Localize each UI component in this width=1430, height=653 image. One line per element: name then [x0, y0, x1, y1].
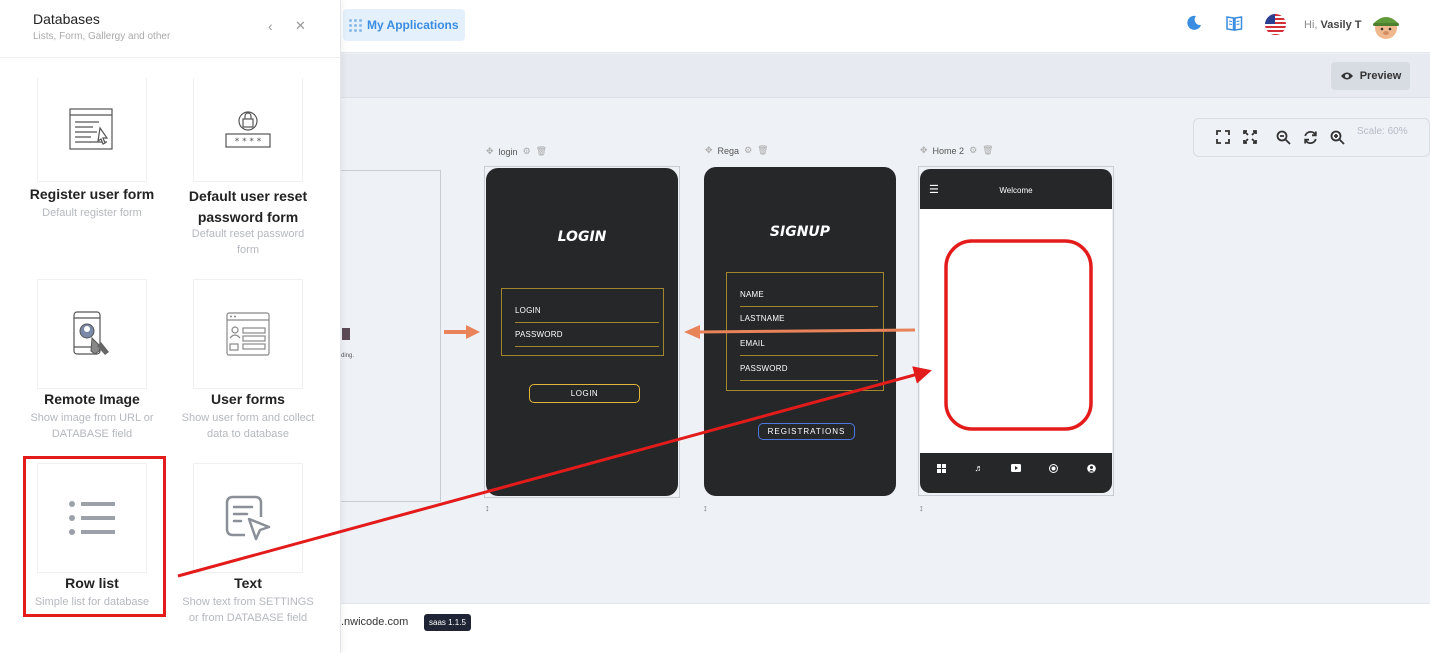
preview-label: Preview — [1359, 70, 1402, 82]
my-applications-button[interactable]: My Applications — [343, 9, 465, 41]
signup-screen[interactable]: SIGNUP NAME LASTNAME EMAIL PASSWORD REGI… — [704, 167, 896, 496]
partial-screen-frame[interactable]: ding. — [340, 170, 441, 502]
row-list-highlight-annotation — [23, 456, 166, 617]
footer-link[interactable]: .nwicode.com — [341, 616, 408, 628]
user-avatar[interactable] — [1370, 11, 1402, 41]
eye-icon — [1340, 72, 1353, 80]
signup-password-field-underline — [740, 380, 878, 381]
registrations-button[interactable]: REGISTRATIONS — [758, 423, 855, 440]
user-name: Vasily T — [1320, 19, 1362, 31]
card-title[interactable]: Text — [180, 575, 316, 591]
settings-gear-icon[interactable]: ⚙ — [969, 145, 977, 156]
password-field-underline — [515, 346, 659, 347]
settings-gear-icon[interactable]: ⚙ — [523, 146, 531, 157]
login-screen[interactable]: LOGIN LOGIN PASSWORD LOGIN — [486, 168, 678, 496]
lastname-field-underline — [740, 330, 878, 331]
remote-image-icon — [73, 311, 109, 355]
move-icon[interactable]: ✥ — [486, 146, 494, 157]
resize-handle-icon[interactable]: ↕ — [919, 503, 924, 513]
register-form-card[interactable] — [37, 78, 147, 182]
chevron-left-icon[interactable]: ‹ — [268, 18, 273, 34]
version-badge: saas 1.1.5 — [424, 614, 471, 631]
login-title: LOGIN — [557, 229, 607, 245]
zoom-out-icon[interactable] — [1271, 125, 1295, 149]
lastname-field-label[interactable]: LASTNAME — [740, 314, 785, 323]
email-field-underline — [740, 355, 878, 356]
card-title[interactable]: User forms — [180, 391, 316, 407]
settings-gear-icon[interactable]: ⚙ — [744, 145, 752, 156]
partial-image — [342, 328, 350, 340]
apps-grid-icon — [349, 18, 362, 32]
dark-mode-moon-icon[interactable] — [1185, 14, 1203, 32]
zoom-in-icon[interactable] — [1325, 125, 1349, 149]
card-description: Default reset password form — [191, 228, 305, 256]
resize-handle-icon[interactable]: ↕ — [485, 503, 490, 513]
text-icon — [225, 495, 271, 541]
card-description: Show image from URL or DATABASE field — [30, 412, 154, 440]
fit-to-screen-icon[interactable] — [1238, 125, 1262, 149]
video-tab-icon[interactable] — [1010, 462, 1022, 474]
frame-name-home2: Home 2 — [932, 145, 965, 156]
preview-button[interactable]: Preview — [1331, 62, 1410, 90]
card-description: Show text from SETTINGS or from DATABASE… — [182, 596, 314, 624]
card-title[interactable]: Register user form — [25, 186, 159, 202]
home-header: ☰ Welcome — [920, 169, 1112, 209]
panel-subtitle: Lists, Form, Gallergy and other — [33, 31, 171, 42]
documentation-book-icon[interactable] — [1225, 14, 1244, 33]
databases-panel: Databases Lists, Form, Gallergy and othe… — [0, 0, 341, 653]
password-field-label[interactable]: PASSWORD — [515, 330, 563, 339]
svg-text:* * * *: * * * * — [235, 137, 262, 147]
us-flag-language-icon[interactable] — [1265, 14, 1286, 35]
reset-zoom-icon[interactable] — [1298, 125, 1322, 149]
record-tab-icon[interactable] — [1047, 462, 1059, 474]
signup-title: SIGNUP — [769, 224, 831, 240]
reset-password-card[interactable]: * * * * — [193, 78, 303, 182]
connector-arrow-right — [444, 325, 480, 339]
frame-label-rega[interactable]: ✥ Rega ⚙ 🗑 — [705, 145, 769, 156]
text-card[interactable] — [193, 463, 303, 573]
resize-handle-icon[interactable]: ↕ — [703, 503, 708, 513]
music-tab-icon[interactable]: ♬ — [973, 462, 985, 474]
partial-text: ding. — [341, 353, 355, 359]
signup-password-field-label[interactable]: PASSWORD — [740, 364, 788, 373]
login-field-underline — [515, 322, 659, 323]
email-field-label[interactable]: EMAIL — [740, 339, 765, 348]
move-icon[interactable]: ✥ — [920, 145, 928, 156]
home-content-area[interactable] — [920, 209, 1112, 453]
frame-name-rega: Rega — [717, 145, 740, 156]
fullscreen-icon[interactable] — [1211, 125, 1235, 149]
frame-label-login[interactable]: ✥ login ⚙ 🗑 — [486, 146, 547, 157]
trash-icon[interactable]: 🗑 — [982, 145, 993, 156]
my-applications-label: My Applications — [367, 18, 459, 32]
register-form-icon — [69, 107, 113, 150]
card-title[interactable]: Default user reset password form — [180, 186, 316, 228]
login-button[interactable]: LOGIN — [529, 384, 640, 403]
remote-image-card[interactable] — [37, 279, 147, 389]
user-forms-card[interactable] — [193, 279, 303, 389]
name-field-label[interactable]: NAME — [740, 290, 764, 299]
grid-tab-icon[interactable] — [935, 462, 947, 474]
trash-icon[interactable]: 🗑 — [757, 145, 768, 156]
user-forms-icon — [226, 312, 270, 356]
panel-divider — [0, 57, 341, 58]
zoom-scale-label: Scale: 60% — [1357, 126, 1408, 137]
name-field-underline — [740, 306, 878, 307]
card-description: Default register form — [42, 207, 142, 219]
trash-icon[interactable]: 🗑 — [536, 146, 547, 157]
frame-name-login: login — [498, 146, 518, 157]
greeting-prefix: Hi, — [1304, 19, 1318, 31]
card-title[interactable]: Remote Image — [25, 391, 159, 407]
login-field-label[interactable]: LOGIN — [515, 306, 541, 315]
user-greeting[interactable]: Hi, Vasily T — [1304, 19, 1362, 31]
card-description: Show user form and collect data to datab… — [181, 412, 315, 440]
home-header-title: Welcome — [999, 186, 1033, 195]
profile-tab-icon[interactable] — [1085, 462, 1097, 474]
close-icon[interactable]: ✕ — [295, 18, 306, 34]
move-icon[interactable]: ✥ — [705, 145, 713, 156]
reset-password-icon: * * * * — [225, 110, 271, 148]
panel-title: Databases — [33, 11, 100, 27]
frame-label-home2[interactable]: ✥ Home 2 ⚙ 🗑 — [920, 145, 994, 156]
